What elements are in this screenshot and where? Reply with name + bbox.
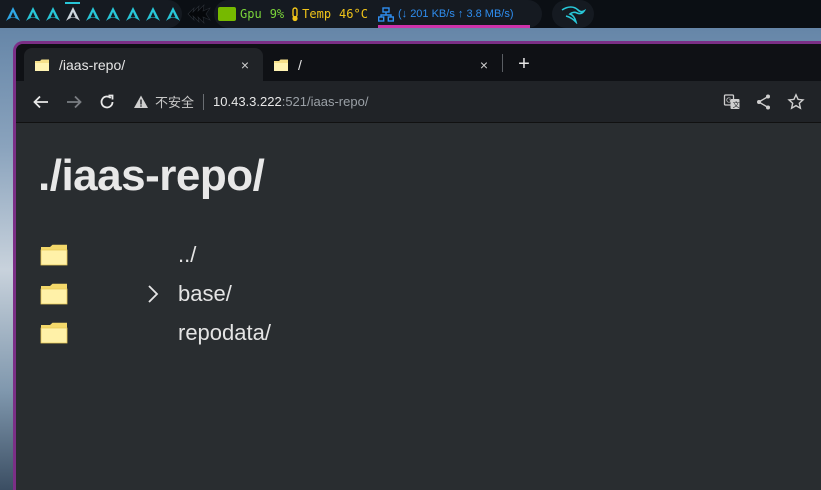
folder-favicon-icon (274, 59, 288, 71)
arch-logo-icon (45, 7, 60, 21)
browser-toolbar: 不安全 10.43.3.222:521/iaas-repo/ 文G (16, 81, 821, 123)
tab-close-icon[interactable]: × (237, 57, 253, 73)
workspace-switcher (0, 0, 182, 28)
network-icon (377, 6, 394, 22)
temp-value: 46°C (339, 7, 368, 21)
arch-logo-icon (25, 7, 40, 21)
url-path[interactable]: :521/iaas-repo/ (282, 94, 369, 109)
temp-stat: Temp 46°C (290, 6, 368, 22)
temp-label: Temp (302, 7, 332, 21)
folder-icon (40, 322, 68, 343)
toolbar-actions: 文G (723, 81, 805, 123)
svg-text:G: G (726, 97, 731, 105)
network-stat: (↓ 201 KB/s ↑ 3.8 MB/s) (377, 6, 514, 22)
folder-icon (40, 244, 68, 265)
arch-logo-icon (126, 7, 141, 21)
reload-icon (100, 94, 114, 108)
page-title: ./iaas-repo/ (38, 151, 265, 200)
browser-window: /iaas-repo/ × / × + 不安全 10.43.3.222:521/… (13, 41, 821, 490)
workspace-8[interactable] (145, 2, 162, 26)
workspace-1[interactable] (4, 2, 21, 26)
warning-icon[interactable] (133, 94, 149, 110)
folder-favicon-icon (35, 59, 49, 71)
arch-logo-icon (146, 7, 161, 21)
tab-root[interactable]: / × (263, 48, 502, 81)
workspace-2[interactable] (24, 2, 41, 26)
entry-name[interactable]: ../ (178, 242, 196, 268)
net-up: 3.8 MB/s (466, 8, 510, 20)
translate-icon[interactable]: 文G (723, 93, 741, 111)
arrow-left-icon (33, 95, 48, 108)
share-icon[interactable] (755, 93, 773, 111)
gpu-label: Gpu (240, 7, 262, 21)
forward-button[interactable] (61, 89, 87, 115)
workspace-3[interactable] (44, 2, 61, 26)
thermometer-icon (292, 6, 298, 21)
tab-separator (502, 53, 503, 72)
gpu-value: 9% (269, 7, 285, 21)
svg-text:文: 文 (733, 100, 740, 109)
directory-listing: ../ base/repodata/ (38, 235, 821, 352)
nvidia-icon (218, 7, 236, 21)
list-item[interactable]: base/ (38, 274, 821, 313)
decorative-flame-icon (187, 4, 211, 24)
system-stats: Gpu 9% Temp 46°C (↓ 201 KB/s ↑ 3.8 MB/s) (214, 0, 542, 28)
net-down: 201 KB/s (410, 8, 455, 20)
workspace-4[interactable] (64, 2, 81, 26)
entry-name[interactable]: base/ (178, 281, 232, 307)
reload-button[interactable] (94, 89, 120, 115)
workspace-7[interactable] (125, 2, 142, 26)
tab-title: / (298, 56, 302, 73)
arch-logo-icon (106, 7, 121, 21)
bookmark-star-icon[interactable] (787, 93, 805, 111)
list-item[interactable]: ../ (38, 235, 821, 274)
address-separator (203, 93, 205, 110)
tab-close-icon[interactable]: × (476, 57, 492, 73)
tab-title: /iaas-repo/ (59, 56, 126, 73)
back-button[interactable] (28, 89, 54, 115)
url-host[interactable]: 10.43.3.222 (213, 94, 282, 109)
new-tab-button[interactable]: + (509, 48, 539, 81)
entry-name[interactable]: repodata/ (178, 320, 271, 346)
page-content: ./iaas-repo/ ../ base/repodata/ (16, 123, 821, 352)
insecure-label[interactable]: 不安全 (155, 92, 194, 111)
address-bar[interactable]: 不安全 10.43.3.222:521/iaas-repo/ (133, 92, 368, 111)
system-bar: Gpu 9% Temp 46°C (↓ 201 KB/s ↑ 3.8 MB/s) (0, 0, 821, 28)
list-item[interactable]: repodata/ (38, 313, 821, 352)
chevron-right-icon[interactable] (146, 283, 160, 305)
arrow-right-icon (67, 95, 82, 108)
tab-strip: /iaas-repo/ × / × + (16, 44, 821, 81)
workspace-9[interactable] (165, 2, 182, 26)
folder-icon (40, 283, 68, 304)
tab-iaas-repo[interactable]: /iaas-repo/ × (24, 48, 263, 81)
workspace-5[interactable] (84, 2, 101, 26)
kali-dragon-icon[interactable] (552, 0, 594, 28)
arch-logo-icon (166, 7, 181, 21)
workspace-6[interactable] (105, 2, 122, 26)
gpu-stat: Gpu 9% (218, 7, 284, 21)
arch-logo-icon (85, 7, 100, 21)
arch-logo-icon (65, 7, 80, 21)
network-indicator-bar (378, 25, 530, 28)
arch-logo-icon (5, 7, 20, 21)
